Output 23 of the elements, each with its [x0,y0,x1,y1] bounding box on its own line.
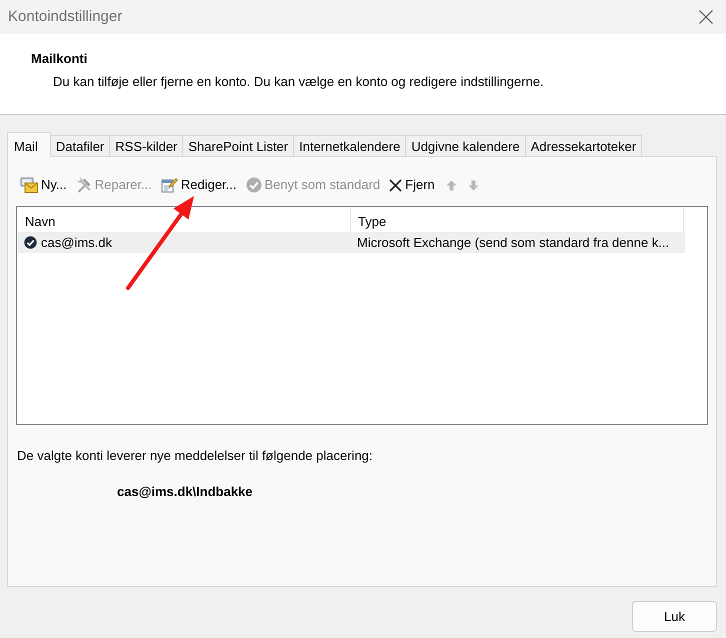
edit-button[interactable]: Rediger... [160,175,237,195]
tools-icon [76,177,92,193]
section-description: Du kan tilføje eller fjerne en konto. Du kan vælge en konto og redigere indstillingerne. [52,72,545,91]
envelope-icon [20,177,38,193]
section-title: Mailkonti [31,50,88,68]
new-account-button[interactable]: Ny... [20,175,67,195]
tab[interactable]: Adressekartoteker [524,135,642,156]
check-circle-icon [246,177,262,193]
close-dialog-button[interactable]: Luk [632,601,717,632]
edit-document-icon [160,177,178,193]
remove-button[interactable]: Fjern [389,175,435,195]
account-name: cas@ims.dk [41,234,112,252]
arrow-down-icon [468,180,479,190]
window-title: Kontoindstillinger [8,6,122,27]
tab[interactable]: Mail [7,132,51,157]
x-icon [389,178,402,192]
delivery-label: De valgte konti leverer nye meddelelser til følgende placering: [16,447,374,465]
account-type: Microsoft Exchange (send som standard fra denne k... [356,234,670,252]
tab[interactable]: Udgivne kalendere [405,135,526,156]
close-icon [699,10,713,24]
account-row[interactable]: cas@ims.dk Microsoft Exchange (send som standard fra denne k... [18,232,685,253]
delivery-location: cas@ims.dk\Indbakke [116,482,254,500]
arrow-up-icon [446,180,457,190]
